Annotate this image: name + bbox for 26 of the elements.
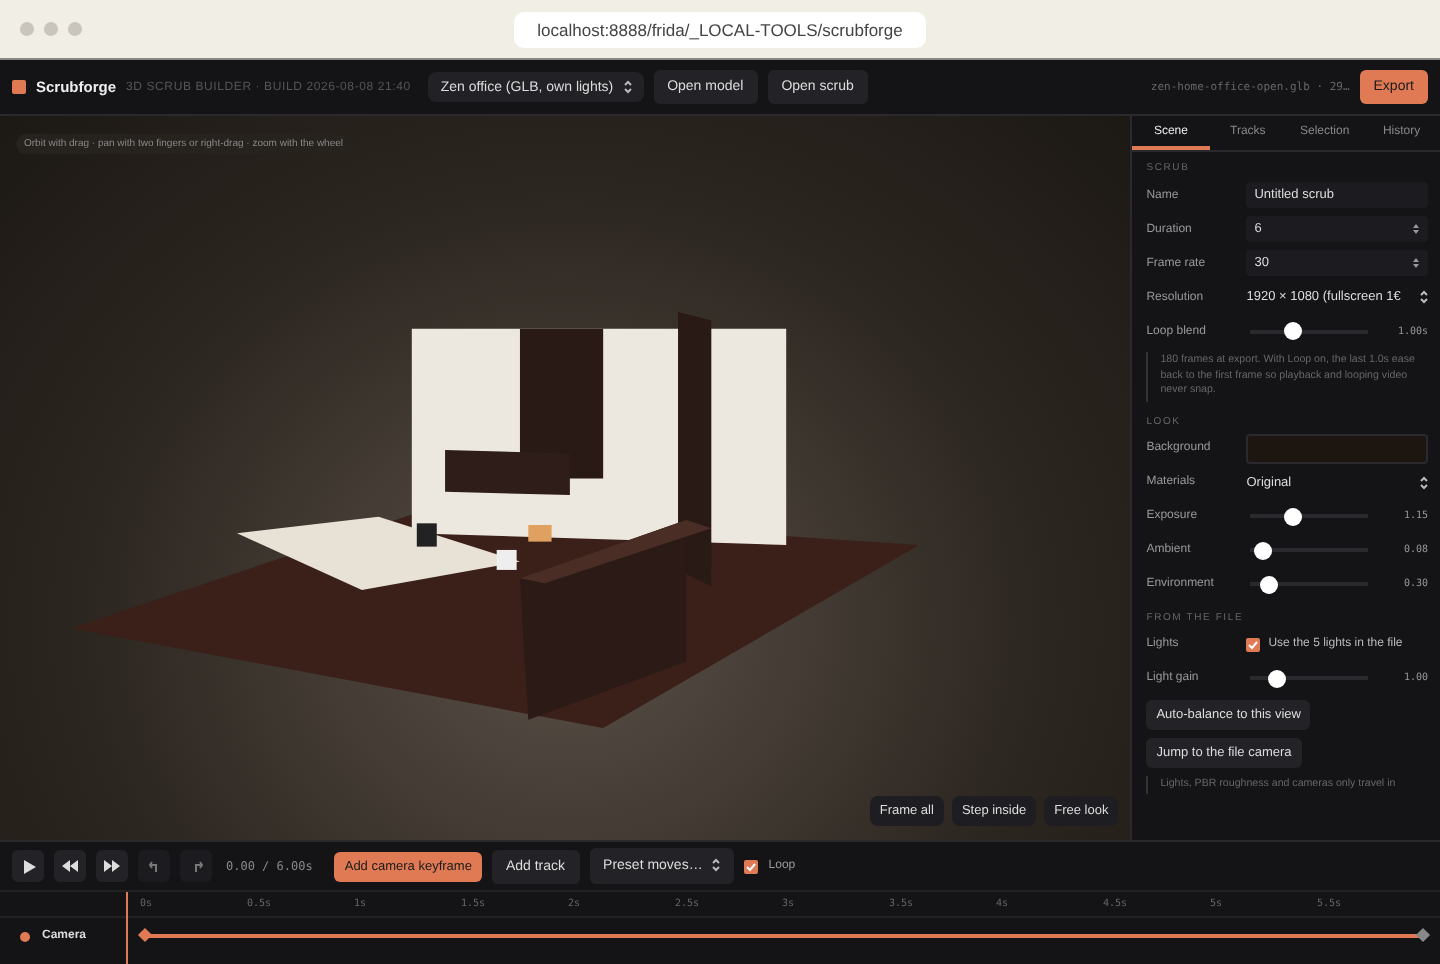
slider-thumb[interactable] xyxy=(1267,669,1286,687)
loop-checkbox[interactable] xyxy=(744,859,759,873)
stepper-icon xyxy=(1412,222,1420,236)
redo-icon xyxy=(189,859,203,873)
chevron-updown-icon xyxy=(1420,290,1428,304)
undo-button[interactable] xyxy=(138,850,170,882)
play-button[interactable] xyxy=(12,850,44,882)
slider-thumb[interactable] xyxy=(1253,541,1272,559)
chevron-updown-icon xyxy=(712,858,721,873)
address-bar[interactable]: localhost:8888/frida/_LOCAL-TOOLS/scrubforge xyxy=(513,11,927,47)
skip-forward-icon xyxy=(104,860,120,872)
skip-back-icon xyxy=(62,860,78,872)
chevron-updown-icon xyxy=(623,79,632,94)
chevron-updown-icon xyxy=(1420,475,1428,489)
stepper-icon xyxy=(1412,256,1420,270)
skip-forward-button[interactable] xyxy=(96,850,128,882)
slider-thumb[interactable] xyxy=(1283,322,1302,340)
slider-thumb[interactable] xyxy=(1260,575,1279,593)
logo-icon xyxy=(12,80,26,94)
undo-icon xyxy=(147,859,161,873)
skip-back-button[interactable] xyxy=(54,850,86,882)
slider-thumb[interactable] xyxy=(1283,507,1302,525)
color-swatch[interactable] xyxy=(1246,433,1428,463)
play-icon xyxy=(21,859,35,873)
redo-button[interactable] xyxy=(180,850,212,882)
checkbox[interactable] xyxy=(1246,637,1261,651)
